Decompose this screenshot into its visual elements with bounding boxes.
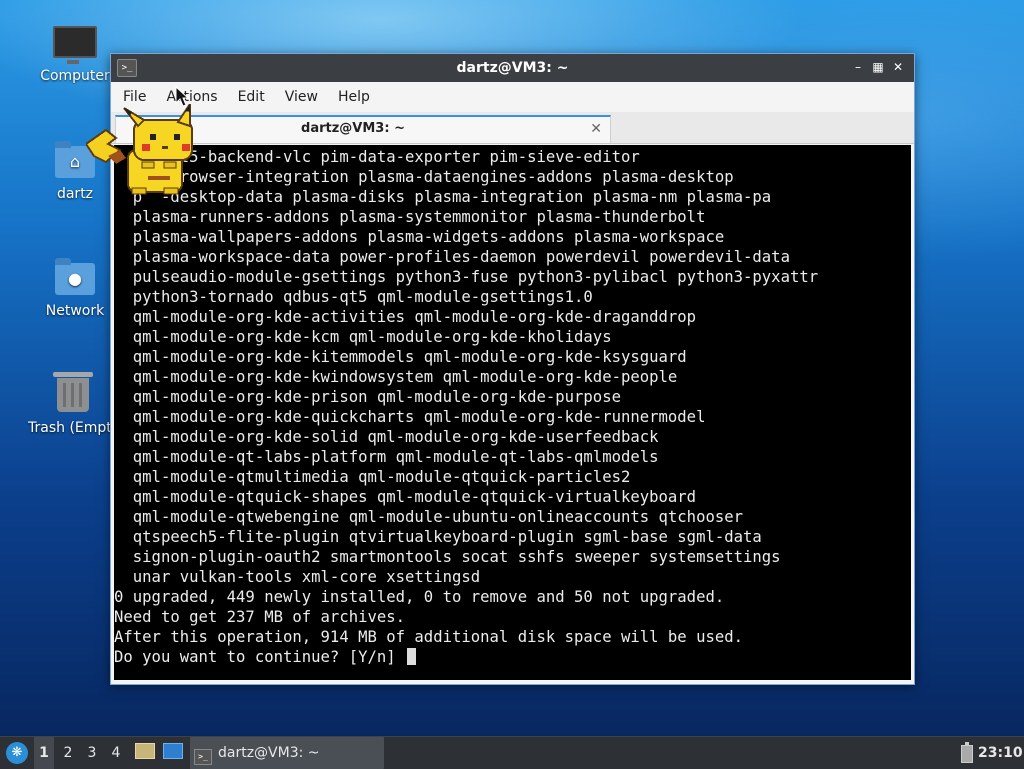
desktop-icon-label: Network (45, 303, 105, 319)
terminal-icon: >_ (194, 749, 212, 765)
terminal-line: qtspeech5-flite-plugin qtvirtualkeyboard… (132, 528, 762, 546)
app-menu-icon: ❋ (6, 742, 28, 764)
terminal-line: 0 upgraded, 449 newly installed, 0 to re… (114, 588, 725, 606)
battery-icon (961, 742, 973, 763)
menu-help[interactable]: Help (330, 82, 378, 112)
terminal-line: qml-module-qt-labs-platform qml-module-q… (132, 448, 659, 466)
terminal-line: plasma-runners-addons plasma-systemmonit… (132, 208, 706, 226)
terminal-line: qml-module-org-kde-activities qml-module… (132, 308, 697, 326)
show-desktop-icon (163, 743, 183, 759)
maximize-button[interactable]: ▦ (870, 59, 886, 75)
terminal-line: After this operation, 914 MB of addition… (114, 628, 744, 646)
terminal-line: plasma-wallpapers-addons plasma-widgets-… (132, 228, 725, 246)
desktop-icon-computer[interactable]: Computer (27, 26, 123, 84)
pikachu-sprite-icon (86, 104, 193, 195)
workspace-4[interactable]: 4 (106, 737, 126, 769)
terminal-line: pulseaudio-module-gsettings python3-fuse… (132, 268, 819, 286)
file-manager-launcher[interactable] (134, 737, 156, 769)
workspace-3[interactable]: 3 (82, 737, 102, 769)
desktop-icon-label: Trash (Empty) (28, 420, 124, 436)
terminal-line: unar vulkan-tools xml-core xsettingsd (132, 568, 481, 586)
network-folder-icon: ● (55, 258, 95, 295)
terminal-line: qml-module-org-kde-kcm qml-module-org-kd… (132, 328, 612, 346)
terminal-line: plasma-workspace-data power-profiles-dae… (132, 248, 790, 266)
minimize-button[interactable]: – (850, 59, 866, 75)
window-title: dartz@VM3: ~ (456, 60, 569, 76)
show-desktop-launcher[interactable] (162, 737, 184, 769)
terminal-text: p 4qt5-backend-vlc pim-data-exporter pim… (114, 145, 911, 667)
close-button[interactable]: ✕ (890, 59, 906, 75)
window-titlebar[interactable]: >_ dartz@VM3: ~ – ▦ ✕ (111, 54, 914, 82)
terminal-line: signon-plugin-oauth2 smartmontools socat… (132, 548, 781, 566)
terminal-line: p -browser-integration plasma-dataengine… (133, 168, 734, 186)
terminal-line: qml-module-org-kde-solid qml-module-org-… (132, 428, 659, 446)
menu-edit[interactable]: Edit (230, 82, 273, 112)
terminal-line: Need to get 237 MB of archives. (114, 608, 406, 626)
workspace-2[interactable]: 2 (58, 737, 78, 769)
terminal-output[interactable]: p 4qt5-backend-vlc pim-data-exporter pim… (114, 145, 911, 680)
trash-icon (53, 372, 93, 412)
taskbar-task-terminal[interactable]: >_ dartz@VM3: ~ (190, 737, 384, 769)
mouse-cursor-icon (175, 86, 189, 107)
terminal-prompt: Do you want to continue? [Y/n] (114, 648, 406, 666)
tab-close-icon[interactable]: ✕ (590, 119, 602, 139)
terminal-line: qml-module-org-kde-kwindowsystem qml-mod… (132, 368, 678, 386)
terminal-window: >_ dartz@VM3: ~ – ▦ ✕ File Actions Edit … (110, 53, 915, 685)
terminal-line: qml-module-org-kde-kitemmodels qml-modul… (132, 348, 687, 366)
terminal-line: qml-module-qtmultimedia qml-module-qtqui… (132, 468, 631, 486)
battery-indicator[interactable] (960, 737, 974, 769)
clock[interactable]: 23:10 (978, 737, 1023, 769)
desktop-icon-network[interactable]: ● Network (27, 258, 123, 319)
start-menu-button[interactable]: ❋ (4, 737, 30, 769)
terminal-line: p -desktop-data plasma-disks plasma-inte… (132, 188, 772, 206)
terminal-line: python3-tornado qdbus-qt5 qml-module-gse… (132, 288, 593, 306)
computer-icon (53, 26, 97, 64)
terminal-line: qml-module-org-kde-prison qml-module-org… (132, 388, 621, 406)
terminal-line: qml-module-qtwebengine qml-module-ubuntu… (132, 508, 744, 526)
task-label: dartz@VM3: ~ (218, 745, 320, 761)
menu-view[interactable]: View (277, 82, 326, 112)
terminal-line: qml-module-org-kde-quickcharts qml-modul… (132, 408, 706, 426)
file-manager-icon (135, 743, 155, 759)
tab-bar: dartz@VM3: ~ ✕ (111, 112, 914, 144)
desktop-icon-label: Computer (40, 68, 110, 84)
menubar: File Actions Edit View Help (111, 82, 914, 112)
desktop-icon-trash[interactable]: Trash (Empty) (22, 372, 124, 436)
terminal-line: qml-module-qtquick-shapes qml-module-qtq… (132, 488, 697, 506)
taskbar: ❋ 1 2 3 4 >_ dartz@VM3: ~ 23:10 (0, 736, 1024, 769)
workspace-1[interactable]: 1 (34, 737, 54, 769)
text-cursor (407, 648, 417, 665)
